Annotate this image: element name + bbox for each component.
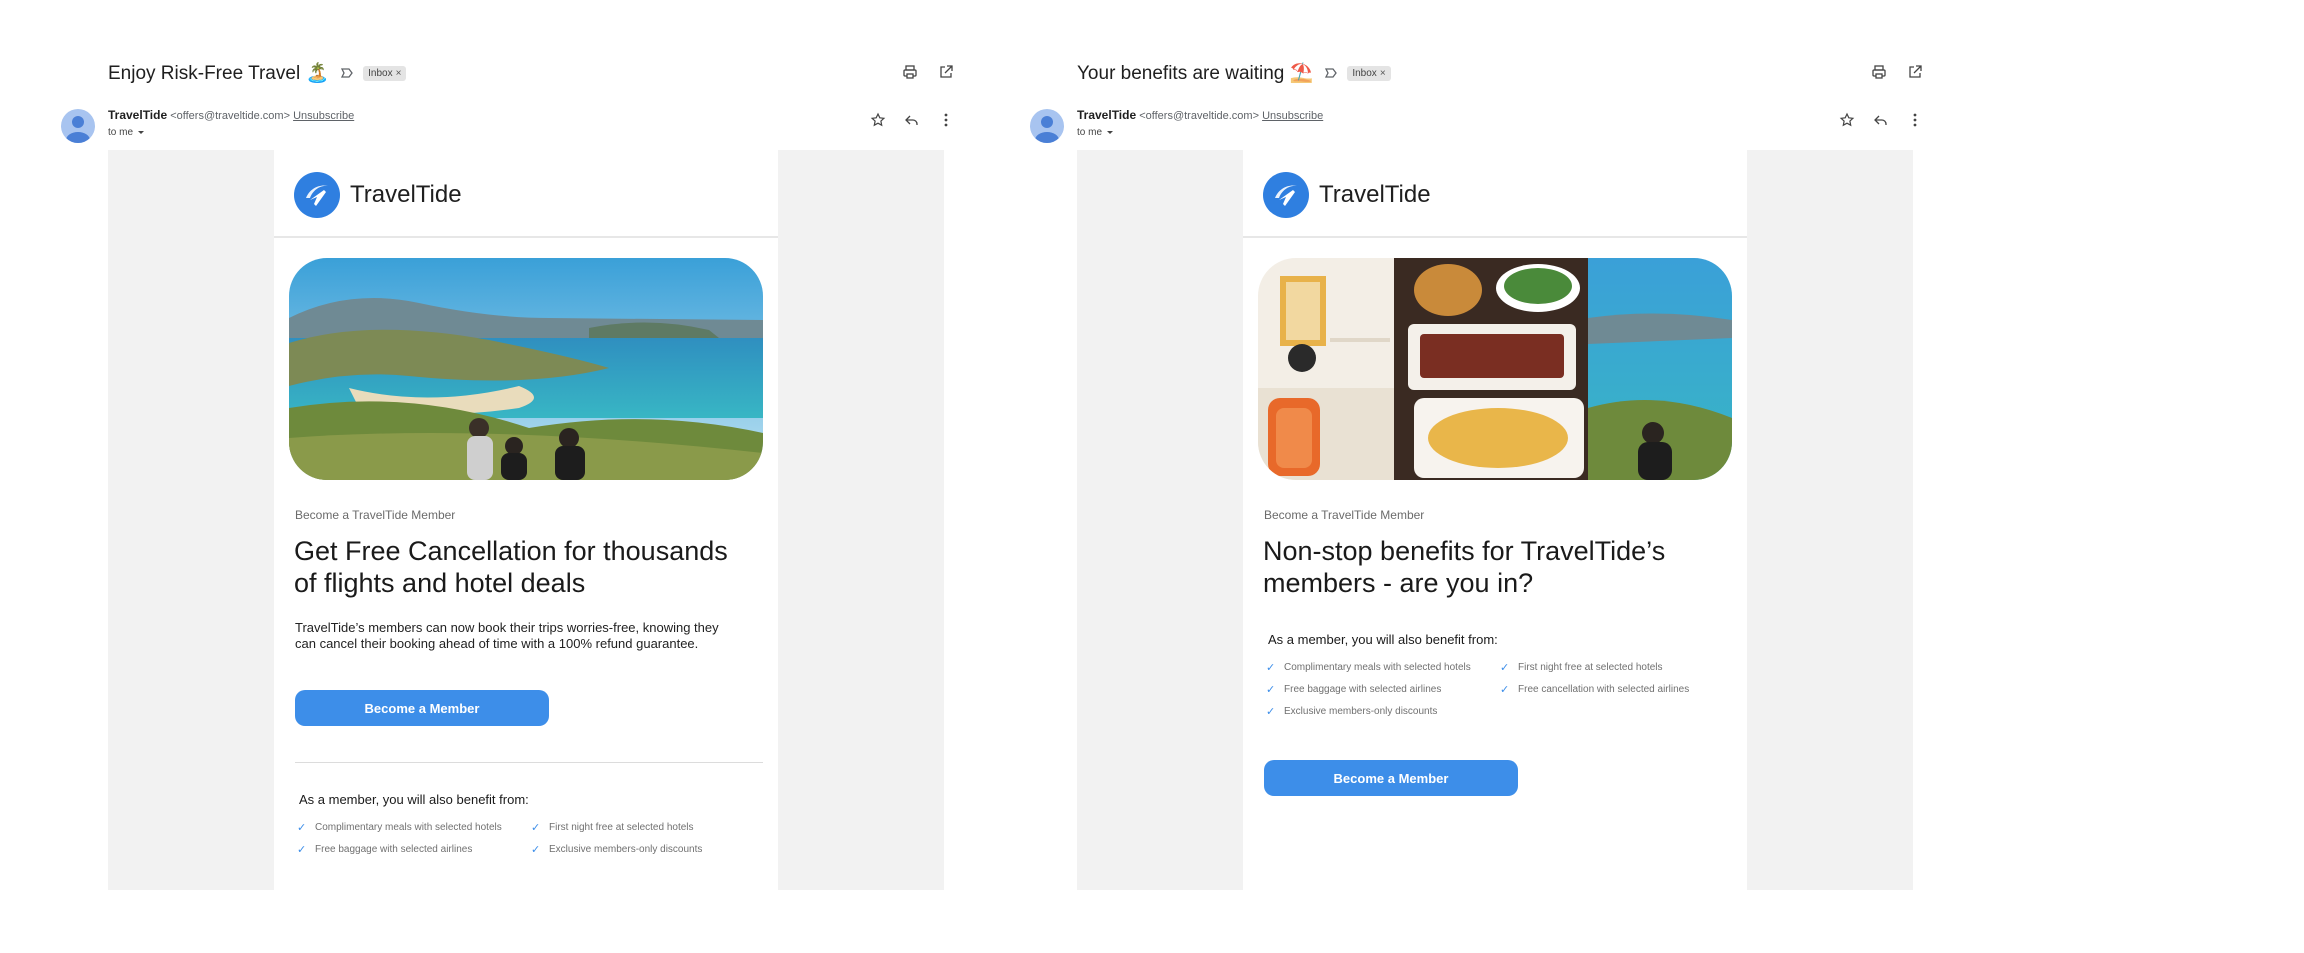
benefits-list: ✓ Complimentary meals with selected hotel… [1266,660,1726,718]
message-actions [1837,110,1925,130]
sender-row: TravelTide <offers@traveltide.com> Unsub… [1025,106,1925,146]
hero-image-collage [1258,258,1732,480]
list-item: ✓ Complimentary meals with selected hotel… [297,821,502,834]
section-divider [295,762,763,763]
list-item: ✓ First night free at selected hotels [531,821,694,834]
message-actions [868,110,956,130]
unsubscribe-link[interactable]: Unsubscribe [293,110,354,122]
check-icon: ✓ [1266,661,1276,674]
remove-label-icon[interactable]: × [1380,68,1386,79]
body-copy: TravelTide’s members can now book their … [295,620,719,651]
headline: Non-stop benefits for TravelTide’s membe… [1263,536,1666,598]
benefits-title: As a member, you will also benefit from: [1268,632,1498,647]
check-icon: ✓ [297,821,307,834]
header-divider [274,236,778,238]
sender-name[interactable]: TravelTide [1077,108,1136,122]
sender-email: <offers@traveltide.com> [170,110,291,122]
email-body-frame: TravelTide [108,150,944,890]
avatar[interactable] [61,109,95,143]
top-actions [900,62,956,82]
caret-down-icon [1107,130,1114,134]
sender-meta: TravelTide <offers@traveltide.com> Unsub… [1077,108,1323,138]
label-icon[interactable] [1323,65,1339,81]
check-icon: ✓ [1500,661,1510,674]
inbox-label-chip[interactable]: Inbox × [363,65,407,81]
inbox-label-chip[interactable]: Inbox × [1347,65,1391,81]
sender-meta: TravelTide <offers@traveltide.com> Unsub… [108,108,354,138]
list-item: ✓ Complimentary meals with selected hotel… [1266,661,1471,674]
header-divider [1243,236,1747,238]
brand-name: TravelTide [350,181,462,208]
list-item: ✓ Free cancellation with selected airline… [1500,683,1690,696]
eyebrow-text: Become a TravelTide Member [1264,508,1425,522]
email-body-frame: TravelTide [1077,150,1913,890]
print-icon[interactable] [1869,62,1889,82]
list-item: ✓ Free baggage with selected airlines [297,843,473,856]
email-subject: Enjoy Risk-Free Travel 🏝️ [108,63,330,84]
check-icon: ✓ [1266,683,1276,696]
top-actions [1869,62,1925,82]
eyebrow-text: Become a TravelTide Member [295,508,456,522]
sender-row: TravelTide <offers@traveltide.com> Unsub… [56,106,956,146]
recipient-dropdown[interactable]: to me [108,127,354,138]
star-icon[interactable] [1837,110,1857,130]
email-pane-right: Your benefits are waiting ⛱️ Inbox × Trav… [1025,0,1925,953]
brand-header: TravelTide [294,172,462,218]
reply-icon[interactable] [902,110,922,130]
brand-name: TravelTide [1319,181,1431,208]
plane-logo-icon [1263,172,1309,218]
list-item: ✓ Free baggage with selected airlines [1266,683,1442,696]
more-vert-icon[interactable] [936,110,956,130]
avatar[interactable] [1030,109,1064,143]
plane-logo-icon [294,172,340,218]
check-icon: ✓ [1266,705,1276,718]
sender-name[interactable]: TravelTide [108,108,167,122]
open-in-new-icon[interactable] [936,62,956,82]
label-icon[interactable] [339,65,355,81]
open-in-new-icon[interactable] [1905,62,1925,82]
list-item: ✓ First night free at selected hotels [1500,661,1663,674]
check-icon: ✓ [297,843,307,856]
email-subject: Your benefits are waiting ⛱️ [1077,63,1314,84]
subject-row: Your benefits are waiting ⛱️ Inbox × [1077,58,1925,88]
unsubscribe-link[interactable]: Unsubscribe [1262,110,1323,122]
become-member-button[interactable]: Become a Member [295,690,549,726]
check-icon: ✓ [531,821,541,834]
caret-down-icon [138,130,145,134]
sender-email: <offers@traveltide.com> [1139,110,1260,122]
star-icon[interactable] [868,110,888,130]
remove-label-icon[interactable]: × [396,68,402,79]
email-card: TravelTide [1243,150,1747,890]
brand-header: TravelTide [1263,172,1431,218]
check-icon: ✓ [1500,683,1510,696]
benefits-list: ✓ Complimentary meals with selected hotel… [297,820,757,856]
check-icon: ✓ [531,843,541,856]
recipient-dropdown[interactable]: to me [1077,127,1323,138]
list-item: ✓ Exclusive members-only discounts [531,843,703,856]
become-member-button[interactable]: Become a Member [1264,760,1518,796]
more-vert-icon[interactable] [1905,110,1925,130]
subject-row: Enjoy Risk-Free Travel 🏝️ Inbox × [108,58,956,88]
list-item: ✓ Exclusive members-only discounts [1266,705,1438,718]
headline: Get Free Cancellation for thousands of f… [294,536,728,598]
email-card: TravelTide [274,150,778,890]
print-icon[interactable] [900,62,920,82]
benefits-title: As a member, you will also benefit from: [299,792,529,807]
reply-icon[interactable] [1871,110,1891,130]
hero-image-coast [289,258,763,480]
email-pane-left: Enjoy Risk-Free Travel 🏝️ Inbox × TravelT… [56,0,956,953]
